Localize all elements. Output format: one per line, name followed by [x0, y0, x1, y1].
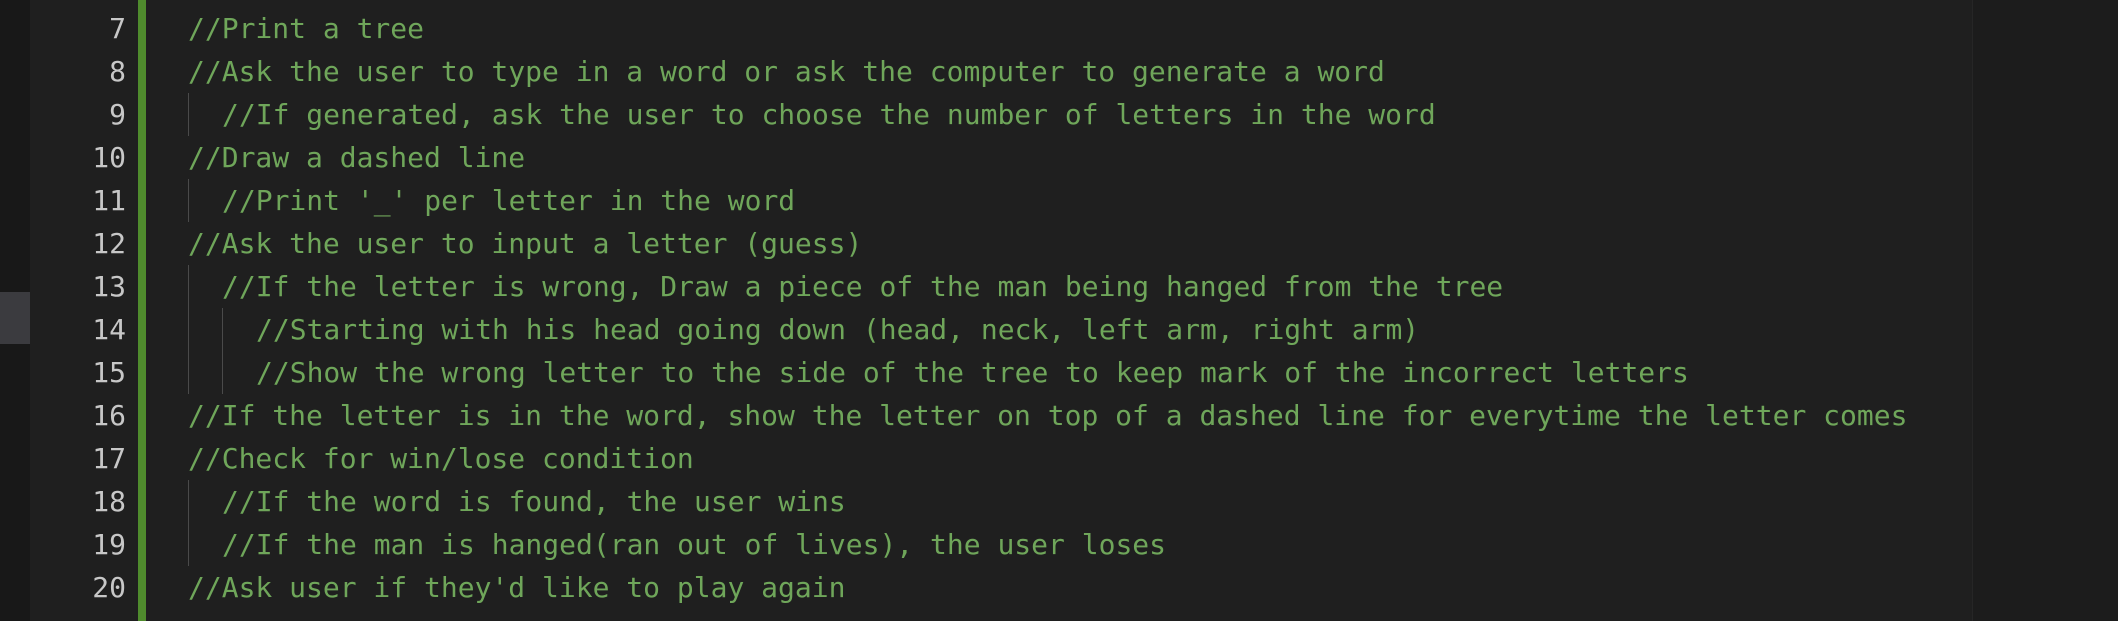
code-line[interactable]: 11 //Print '_' per letter in the word	[92, 179, 1972, 222]
indent-guide	[222, 308, 223, 351]
comment-text[interactable]: //Show the wrong letter to the side of t…	[256, 351, 1689, 394]
line-number: 10	[92, 141, 126, 174]
comment-text[interactable]: //Print a tree	[188, 7, 424, 50]
indent-guide	[188, 523, 189, 566]
git-added-lines-indicator	[138, 0, 146, 621]
line-number: 20	[92, 571, 126, 604]
comment-text[interactable]: //Draw a dashed line	[188, 136, 525, 179]
comment-text[interactable]: //If the letter is wrong, Draw a piece o…	[222, 265, 1503, 308]
activity-strip	[0, 0, 30, 621]
code-area[interactable]: 7 //Print a tree 8 //Ask the user to typ…	[92, 0, 1972, 621]
comment-text[interactable]: //If the man is hanged(ran out of lives)…	[222, 523, 1166, 566]
indent-guide	[188, 265, 189, 308]
indent-guide	[188, 480, 189, 523]
code-editor: 7 //Print a tree 8 //Ask the user to typ…	[0, 0, 2118, 621]
line-number: 18	[92, 485, 126, 518]
comment-text[interactable]: //Check for win/lose condition	[188, 437, 694, 480]
code-line[interactable]: 16 //If the letter is in the word, show …	[92, 394, 1972, 437]
active-panel-marker	[0, 292, 30, 344]
code-line[interactable]: 17 //Check for win/lose condition	[92, 437, 1972, 480]
comment-text[interactable]: //Ask the user to input a letter (guess)	[188, 222, 862, 265]
line-number: 17	[92, 442, 126, 475]
line-number: 14	[92, 313, 126, 346]
code-line[interactable]: 13 //If the letter is wrong, Draw a piec…	[92, 265, 1972, 308]
code-line[interactable]: 14 //Starting with his head going down (…	[92, 308, 1972, 351]
line-number: 9	[109, 98, 126, 131]
indent-guide	[222, 351, 223, 394]
line-number: 13	[92, 270, 126, 303]
indent-guide	[188, 351, 189, 394]
code-line[interactable]: 20 //Ask user if they'd like to play aga…	[92, 566, 1972, 609]
line-number: 7	[109, 12, 126, 45]
line-number: 11	[92, 184, 126, 217]
comment-text[interactable]: //If the word is found, the user wins	[222, 480, 846, 523]
comment-text[interactable]: //Ask user if they'd like to play again	[188, 566, 845, 609]
comment-text[interactable]: //Starting with his head going down (hea…	[256, 308, 1419, 351]
minimap-area[interactable]	[1972, 0, 2118, 621]
code-line[interactable]: 18 //If the word is found, the user wins	[92, 480, 1972, 523]
code-line[interactable]: 8 //Ask the user to type in a word or as…	[109, 50, 1972, 93]
code-line[interactable]: 15 //Show the wrong letter to the side o…	[92, 351, 1972, 394]
line-number: 19	[92, 528, 126, 561]
comment-text[interactable]: //If the letter is in the word, show the…	[188, 394, 1907, 437]
indent-guide	[188, 308, 189, 351]
indent-guide	[188, 179, 189, 222]
line-number: 16	[92, 399, 126, 432]
code-line[interactable]: 19 //If the man is hanged(ran out of liv…	[92, 523, 1972, 566]
line-number: 8	[109, 55, 126, 88]
code-line[interactable]: 10 //Draw a dashed line	[92, 136, 1972, 179]
indent-guide	[188, 93, 189, 136]
comment-text[interactable]: //Ask the user to type in a word or ask …	[188, 50, 1385, 93]
code-line[interactable]: 7 //Print a tree	[109, 7, 1972, 50]
line-number: 15	[92, 356, 126, 389]
comment-text[interactable]: //If generated, ask the user to choose t…	[222, 93, 1436, 136]
code-line[interactable]: 12 //Ask the user to input a letter (gue…	[92, 222, 1972, 265]
code-line[interactable]: 9 //If generated, ask the user to choose…	[109, 93, 1972, 136]
line-number: 12	[92, 227, 126, 260]
comment-text[interactable]: //Print '_' per letter in the word	[222, 179, 795, 222]
